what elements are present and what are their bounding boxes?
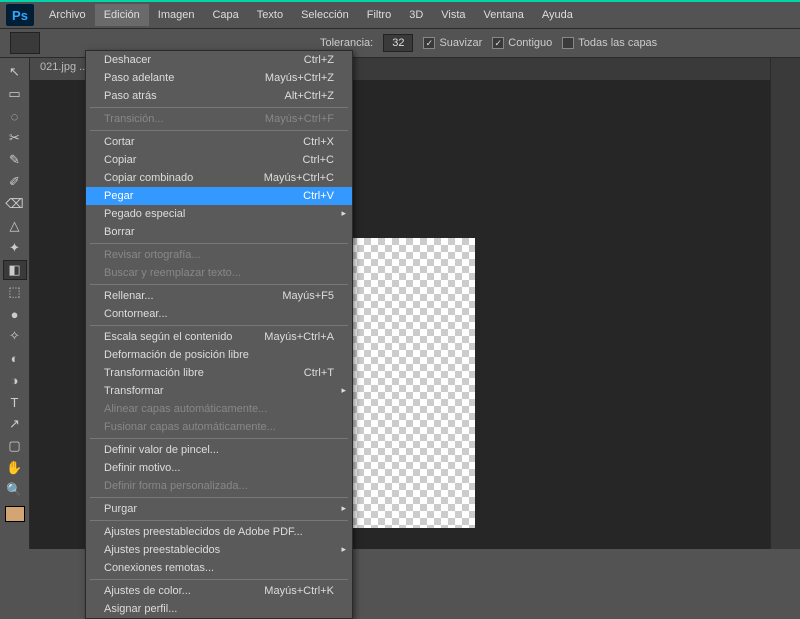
tolerance-input[interactable]: 32 <box>383 34 413 52</box>
shortcut-label: Ctrl+T <box>304 367 334 379</box>
menu-separator <box>90 130 348 131</box>
foreground-color-swatch[interactable] <box>5 506 25 522</box>
tool-icon[interactable]: ✦ <box>3 238 27 258</box>
tool-icon[interactable]: 🔍 <box>3 480 27 500</box>
tool-icon[interactable]: ◌ <box>3 106 27 126</box>
shortcut-label: Mayús+Ctrl+A <box>264 331 334 343</box>
menu-item-alinear-capas-autom-ticamente-: Alinear capas automáticamente... <box>86 400 352 418</box>
menu-separator <box>90 497 348 498</box>
shortcut-label: Mayús+Ctrl+F <box>265 113 334 125</box>
menu-item-contornear-[interactable]: Contornear... <box>86 305 352 323</box>
menu-bar: ArchivoEdiciónImagenCapaTextoSelecciónFi… <box>40 4 582 26</box>
edit-menu-dropdown: DeshacerCtrl+ZPaso adelanteMayús+Ctrl+ZP… <box>85 50 353 619</box>
shortcut-label: Mayús+Ctrl+K <box>264 585 334 597</box>
menu-item-transformar[interactable]: Transformar <box>86 382 352 400</box>
tool-icon[interactable]: T <box>3 392 27 412</box>
menu-item-escala-seg-n-el-contenido[interactable]: Escala según el contenidoMayús+Ctrl+A <box>86 328 352 346</box>
menu-capa[interactable]: Capa <box>203 4 247 26</box>
menu-item-asignar-perfil-[interactable]: Asignar perfil... <box>86 600 352 618</box>
menu-item-transformaci-n-libre[interactable]: Transformación libreCtrl+T <box>86 364 352 382</box>
tool-icon[interactable]: ✐ <box>3 172 27 192</box>
tool-icon[interactable]: ⌫ <box>3 194 27 214</box>
menu-item-purgar[interactable]: Purgar <box>86 500 352 518</box>
menu-ventana[interactable]: Ventana <box>475 4 533 26</box>
menu-item-fusionar-capas-autom-ticamente-: Fusionar capas automáticamente... <box>86 418 352 436</box>
tool-icon[interactable]: ✂ <box>3 128 27 148</box>
menu-separator <box>90 243 348 244</box>
tool-icon[interactable]: ◧ <box>3 260 27 280</box>
menu-item-rellenar-[interactable]: Rellenar...Mayús+F5 <box>86 287 352 305</box>
menu-archivo[interactable]: Archivo <box>40 4 95 26</box>
toolbox: ↖▭◌✂✎✐⌫△✦◧⬚●✧◐◑T↗▢✋🔍 <box>0 58 30 549</box>
menu-item-definir-motivo-[interactable]: Definir motivo... <box>86 459 352 477</box>
menu-item-ajustes-de-color-[interactable]: Ajustes de color...Mayús+Ctrl+K <box>86 582 352 600</box>
menu-item-buscar-y-reemplazar-texto-: Buscar y reemplazar texto... <box>86 264 352 282</box>
tolerance-label: Tolerancia: <box>320 37 373 49</box>
menu-separator <box>90 579 348 580</box>
menu-item-deformaci-n-de-posici-n-libre[interactable]: Deformación de posición libre <box>86 346 352 364</box>
antialias-checkbox[interactable]: ✓Suavizar <box>423 37 482 49</box>
menu-selección[interactable]: Selección <box>292 4 358 26</box>
tool-icon[interactable]: ↗ <box>3 414 27 434</box>
shortcut-label: Mayús+F5 <box>282 290 334 302</box>
tool-icon[interactable]: ● <box>3 304 27 324</box>
tool-icon[interactable]: ⬚ <box>3 282 27 302</box>
tool-icon[interactable]: ◑ <box>3 370 27 390</box>
menu-separator <box>90 325 348 326</box>
photoshop-logo-icon: Ps <box>6 4 34 26</box>
menu-imagen[interactable]: Imagen <box>149 4 204 26</box>
tool-icon[interactable]: ✋ <box>3 458 27 478</box>
menu-separator <box>90 520 348 521</box>
shortcut-label: Alt+Ctrl+Z <box>284 90 334 102</box>
shortcut-label: Ctrl+V <box>303 190 334 202</box>
tool-icon[interactable]: ✧ <box>3 326 27 346</box>
menu-item-copiar[interactable]: CopiarCtrl+C <box>86 151 352 169</box>
panels-dock[interactable] <box>770 58 800 549</box>
tool-icon[interactable]: △ <box>3 216 27 236</box>
menu-filtro[interactable]: Filtro <box>358 4 400 26</box>
menu-item-deshacer[interactable]: DeshacerCtrl+Z <box>86 51 352 69</box>
menu-item-definir-valor-de-pincel-[interactable]: Definir valor de pincel... <box>86 441 352 459</box>
tool-icon[interactable]: ✎ <box>3 150 27 170</box>
menu-item-ajustes-preestablecidos-de-adobe-pdf-[interactable]: Ajustes preestablecidos de Adobe PDF... <box>86 523 352 541</box>
contiguous-checkbox[interactable]: ✓Contiguo <box>492 37 552 49</box>
menu-separator <box>90 284 348 285</box>
tool-preset-picker[interactable] <box>10 32 40 54</box>
menu-item-cortar[interactable]: CortarCtrl+X <box>86 133 352 151</box>
menu-item-transici-n-: Transición...Mayús+Ctrl+F <box>86 110 352 128</box>
shortcut-label: Mayús+Ctrl+Z <box>265 72 334 84</box>
menu-item-pegar[interactable]: PegarCtrl+V <box>86 187 352 205</box>
menu-item-revisar-ortograf-a-: Revisar ortografía... <box>86 246 352 264</box>
menu-vista[interactable]: Vista <box>432 4 474 26</box>
menu-item-definir-forma-personalizada-: Definir forma personalizada... <box>86 477 352 495</box>
menu-edición[interactable]: Edición <box>95 4 149 26</box>
all-layers-checkbox[interactable]: Todas las capas <box>562 37 657 49</box>
tool-icon[interactable]: ◐ <box>3 348 27 368</box>
menu-item-borrar[interactable]: Borrar <box>86 223 352 241</box>
menu-separator <box>90 438 348 439</box>
title-bar: Ps ArchivoEdiciónImagenCapaTextoSelecció… <box>0 0 800 28</box>
menu-separator <box>90 107 348 108</box>
tool-icon[interactable]: ▢ <box>3 436 27 456</box>
shortcut-label: Ctrl+C <box>303 154 334 166</box>
shortcut-label: Mayús+Ctrl+C <box>264 172 334 184</box>
shortcut-label: Ctrl+Z <box>304 54 334 66</box>
tool-icon[interactable]: ↖ <box>3 62 27 82</box>
menu-3d[interactable]: 3D <box>400 4 432 26</box>
menu-item-conexiones-remotas-[interactable]: Conexiones remotas... <box>86 559 352 577</box>
menu-item-pegado-especial[interactable]: Pegado especial <box>86 205 352 223</box>
menu-texto[interactable]: Texto <box>248 4 292 26</box>
menu-item-copiar-combinado[interactable]: Copiar combinadoMayús+Ctrl+C <box>86 169 352 187</box>
menu-item-ajustes-preestablecidos[interactable]: Ajustes preestablecidos <box>86 541 352 559</box>
tool-icon[interactable]: ▭ <box>3 84 27 104</box>
menu-ayuda[interactable]: Ayuda <box>533 4 582 26</box>
shortcut-label: Ctrl+X <box>303 136 334 148</box>
menu-item-paso-adelante[interactable]: Paso adelanteMayús+Ctrl+Z <box>86 69 352 87</box>
menu-item-paso-atr-s[interactable]: Paso atrásAlt+Ctrl+Z <box>86 87 352 105</box>
